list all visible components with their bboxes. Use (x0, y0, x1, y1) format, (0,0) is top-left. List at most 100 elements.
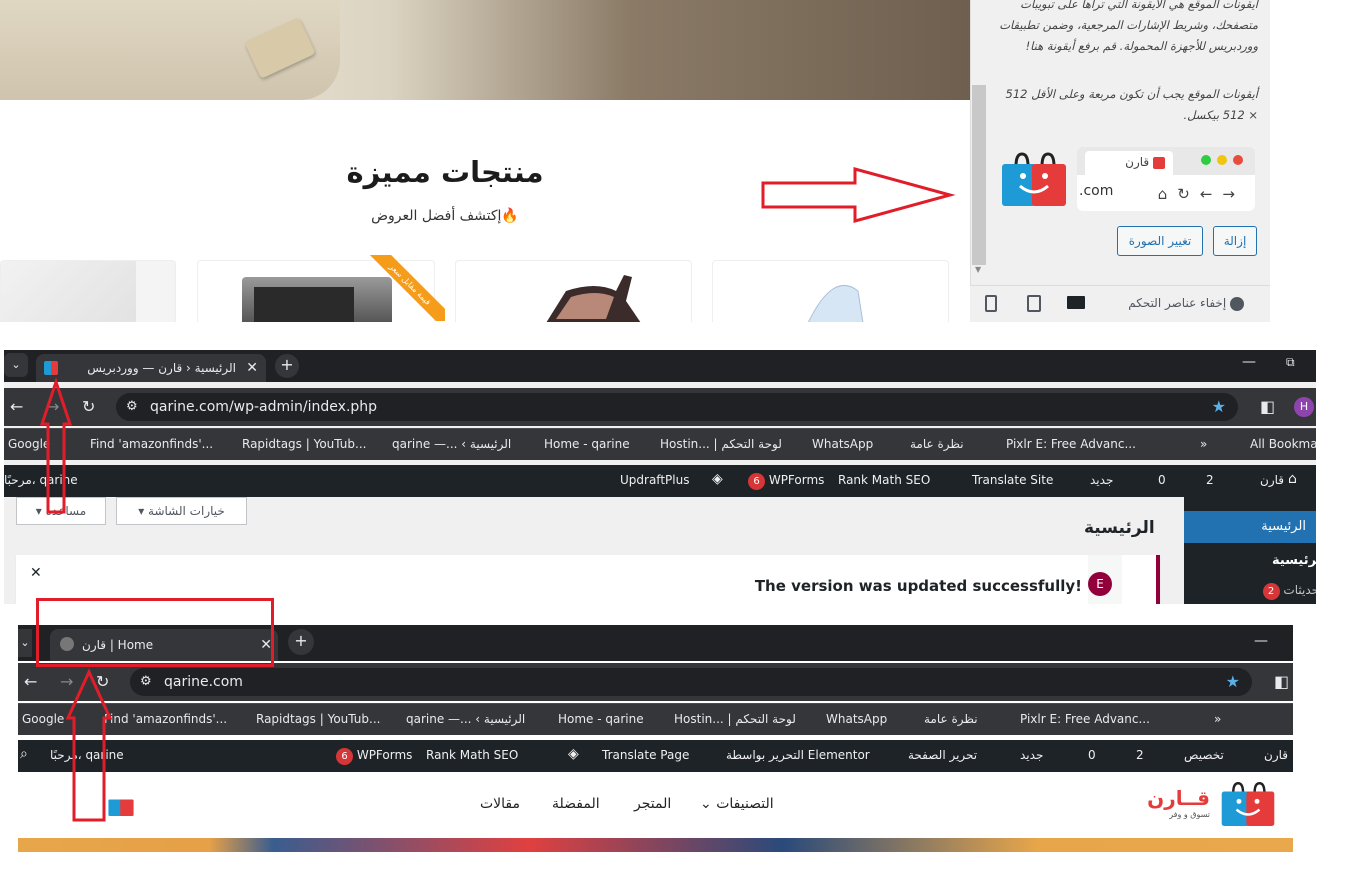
minimize-icon[interactable]: — (1242, 354, 1256, 370)
diamond-icon[interactable]: ◈ (712, 471, 723, 487)
bookmark-item[interactable]: نظرة عامة (910, 437, 964, 451)
screen-options-button[interactable]: خيارات الشاشة ▾ (116, 497, 247, 525)
page-title: الرئيسية (1084, 518, 1155, 538)
panel-scrollbar[interactable] (972, 85, 986, 265)
profile-avatar[interactable]: H (1294, 397, 1314, 417)
favicon-icon (44, 361, 58, 375)
address-bar[interactable]: ⚙ qarine.com/wp-admin/index.php ★ (116, 393, 1238, 421)
nav-categories[interactable]: التصنيفات ⌄ (700, 796, 774, 812)
bookmark-item[interactable]: Find 'amazonfinds'... (104, 712, 227, 726)
reload-icon[interactable]: ↻ (82, 397, 95, 416)
new-tab-button[interactable]: + (288, 629, 314, 655)
bookmark-item[interactable]: WhatsApp (812, 437, 873, 451)
notice-text: The version was updated successfully! (754, 577, 1082, 595)
bookmark-item[interactable]: Hostin... | لوحة التحكم (674, 712, 796, 726)
bookmark-item[interactable]: Hostin... | لوحة التحكم (660, 437, 782, 451)
wpforms-link[interactable]: 6 WPForms (336, 748, 412, 765)
bookmark-item[interactable]: Rapidtags | YouTub... (256, 712, 380, 726)
change-image-button[interactable]: تغيير الصورة (1117, 226, 1203, 256)
bookmark-item[interactable]: Home - qarine (544, 437, 630, 451)
remove-icon-button[interactable]: إزالة (1213, 226, 1257, 256)
annotation-arrow-up (66, 668, 112, 822)
more-bookmarks-icon[interactable]: » (1214, 712, 1221, 726)
hide-controls-label[interactable]: إخفاء عناصر التحكم (1128, 296, 1244, 311)
dismiss-icon[interactable]: ✕ (30, 565, 42, 581)
submenu-updates[interactable]: التحديثات 2 (1262, 583, 1316, 600)
preview-url: .com (1079, 183, 1114, 199)
bookmark-item[interactable]: qarine —... ‹ الرئيسية (392, 437, 511, 451)
admin-sidebar: الرئيسية الرئيسية التحديثات 2 (1184, 497, 1316, 604)
bookmark-item[interactable]: Find 'amazonfinds'... (90, 437, 213, 451)
tab-search-icon[interactable]: ⌄ (18, 629, 32, 657)
site-icon-description: أيقونات الموقع هي الأيقونة التي تراها عل… (999, 0, 1258, 53)
bookmark-item[interactable]: Pixlr E: Free Advanc... (1006, 437, 1136, 451)
translate-page-link[interactable]: Translate Page (602, 748, 689, 762)
bookmark-star-icon[interactable]: ★ (1212, 393, 1226, 421)
side-panel-icon[interactable]: ◧ (1274, 672, 1289, 691)
site-info-icon[interactable]: ⚙ (140, 668, 152, 696)
more-bookmarks-icon[interactable]: » (1200, 437, 1207, 451)
new-tab-button[interactable]: + (275, 354, 299, 378)
mobile-preview-icon[interactable] (985, 295, 997, 312)
bookmark-item[interactable]: Home - qarine (558, 712, 644, 726)
new-link[interactable]: جديد (1020, 748, 1043, 762)
site-name-link[interactable]: قارن (1264, 748, 1288, 762)
product-card[interactable] (712, 260, 949, 322)
close-tab-icon[interactable]: ✕ (246, 354, 258, 382)
tablet-preview-icon[interactable] (1027, 295, 1041, 312)
bookmark-item[interactable]: نظرة عامة (924, 712, 978, 726)
address-bar[interactable]: ⚙ qarine.com ★ (130, 668, 1252, 696)
rankmath-link[interactable]: Rank Math SEO (838, 473, 930, 487)
edit-page-link[interactable]: تحرير الصفحة (908, 748, 977, 762)
annotation-arrow-right (761, 167, 956, 223)
elementor-edit-link[interactable]: التحرير بواسطة Elementor (726, 748, 870, 762)
bookmark-item[interactable]: Google (22, 712, 64, 726)
back-icon[interactable]: ← (24, 672, 37, 691)
home-icon[interactable]: ⌂ (1288, 471, 1297, 487)
wpforms-link[interactable]: 6 WPForms (748, 473, 824, 490)
restore-icon[interactable]: ⧉ (1286, 355, 1295, 370)
nav-articles[interactable]: مقالات (480, 796, 520, 812)
updates-count[interactable]: 2 (1136, 748, 1144, 762)
featured-products-title: منتجات مميزة (346, 155, 544, 189)
site-logo-icon[interactable] (1218, 780, 1278, 826)
product-card[interactable] (455, 260, 692, 322)
site-name-link[interactable]: قارن (1260, 473, 1284, 487)
back-icon[interactable]: ← (10, 397, 23, 416)
all-bookmarks[interactable]: All Bookmarks (1250, 437, 1316, 451)
site-info-icon[interactable]: ⚙ (126, 393, 138, 421)
nav-shop[interactable]: المتجر (634, 796, 671, 812)
side-panel-icon[interactable]: ◧ (1260, 397, 1275, 416)
collapse-icon (1230, 296, 1244, 311)
tab-strip: ⌄ الرئيسية ‹ قارن — ووردبريس ✕ + — ⧉ (4, 350, 1316, 382)
new-link[interactable]: جديد (1090, 473, 1113, 487)
tab-search-icon[interactable]: ⌄ (4, 353, 28, 377)
menu-home[interactable]: الرئيسية (1184, 511, 1316, 543)
submenu-home[interactable]: الرئيسية (1272, 553, 1316, 568)
bookmark-item[interactable]: Rapidtags | YouTub... (242, 437, 366, 451)
diamond-icon[interactable]: ◈ (568, 746, 579, 762)
nav-bar: ← → ↻ ⚙ qarine.com/wp-admin/index.php ★ … (4, 388, 1316, 426)
desktop-preview-icon[interactable] (1067, 296, 1085, 309)
nav-favorites[interactable]: المفضلة (552, 796, 600, 812)
preview-nav-icons: ⌂↻←→ (1157, 185, 1245, 203)
bookmark-item[interactable]: qarine —... ‹ الرئيسية (406, 712, 525, 726)
minimize-icon[interactable]: — (1254, 633, 1268, 649)
customize-link[interactable]: تخصيص (1184, 748, 1224, 762)
updates-count[interactable]: 2 (1206, 473, 1214, 487)
product-card[interactable] (0, 260, 176, 322)
site-logo-text[interactable]: قــارن تسوق و وفر (1140, 786, 1210, 819)
bookmark-item[interactable]: WhatsApp (826, 712, 887, 726)
elementor-icon: E (1088, 572, 1112, 596)
bookmark-item[interactable]: Pixlr E: Free Advanc... (1020, 712, 1150, 726)
translate-site-link[interactable]: Translate Site (972, 473, 1053, 487)
search-icon[interactable]: ⌕ (20, 746, 28, 762)
value-ribbon: قيمة مقابل سعر (355, 255, 445, 321)
comments-count[interactable]: 0 (1158, 473, 1166, 487)
browser-preview: قارن .com ⌂↻←→ (1077, 147, 1255, 211)
comments-count[interactable]: 0 (1088, 748, 1096, 762)
rankmath-link[interactable]: Rank Math SEO (426, 748, 518, 762)
scroll-down-arrow[interactable]: ▼ (975, 265, 981, 274)
bookmark-star-icon[interactable]: ★ (1226, 668, 1240, 696)
updraft-link[interactable]: UpdraftPlus (620, 473, 689, 487)
